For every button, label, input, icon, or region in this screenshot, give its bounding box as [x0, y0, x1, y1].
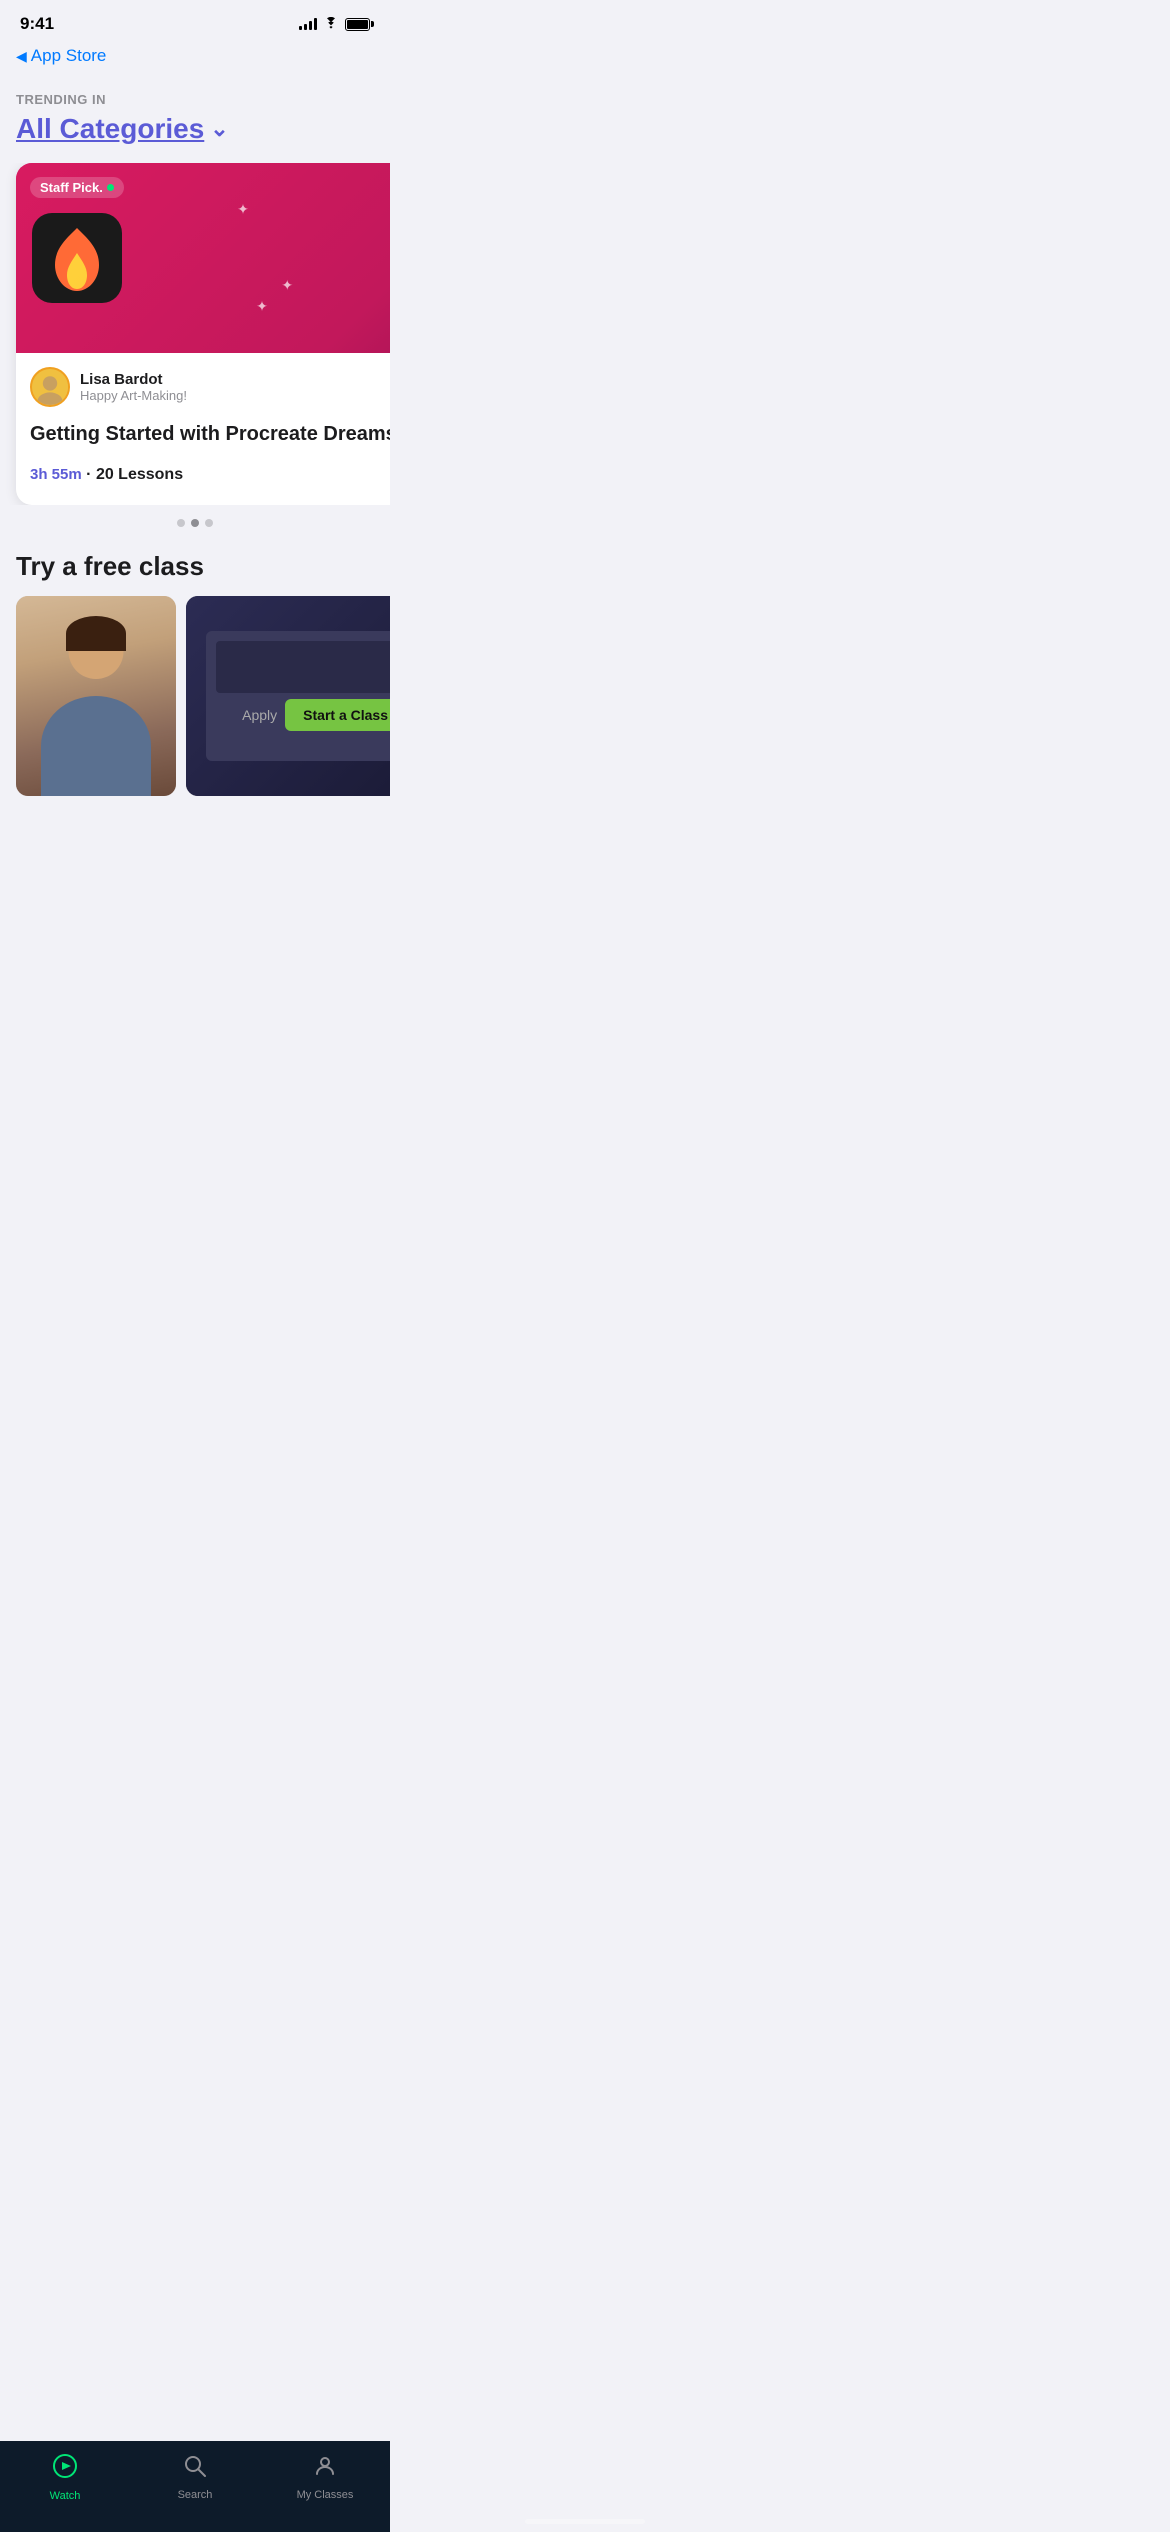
nav-item-search[interactable]: Search	[130, 2454, 260, 2501]
class-duration: 3h 55m	[30, 466, 82, 483]
free-class-grid: Apply Start a Class ☝ 🏷	[0, 596, 390, 796]
nav-label-search: Search	[178, 2489, 213, 2501]
class-meta: 3h 55m · 20 Lessons	[30, 461, 390, 489]
status-bar: 9:41	[0, 0, 390, 42]
instructor-avatar	[30, 367, 70, 407]
nav-item-watch[interactable]: Watch	[0, 2453, 130, 2502]
card-body: Lisa Bardot Happy Art-Making! Getting St…	[16, 353, 390, 505]
separator: ·	[86, 466, 96, 483]
card-thumbnail: ✦ ✦ ✦ ✦ ✦ Staff Pick.	[16, 163, 390, 353]
signal-icon	[299, 18, 317, 30]
search-icon	[183, 2454, 207, 2485]
battery-icon	[345, 18, 370, 31]
back-link[interactable]: ◀ App Store	[16, 46, 374, 66]
person-thumbnail	[16, 596, 176, 796]
back-navigation: ◀ App Store	[0, 42, 390, 76]
staff-pick-text: Staff Pick.	[40, 180, 103, 195]
nav-label-watch: Watch	[50, 2490, 81, 2502]
instructor-row: Lisa Bardot Happy Art-Making!	[30, 367, 390, 407]
green-dot-indicator	[107, 184, 114, 191]
class-duration-lessons: 3h 55m · 20 Lessons	[30, 466, 183, 484]
back-chevron-icon: ◀	[16, 48, 27, 65]
carousel-dot-active	[191, 519, 199, 527]
instructor-tagline: Happy Art-Making!	[80, 388, 187, 403]
nav-label-my-classes: My Classes	[297, 2489, 354, 2501]
staff-pick-badge: Staff Pick.	[30, 177, 124, 198]
bottom-navigation: Watch Search My Classes	[0, 2441, 390, 2532]
procreate-logo	[47, 223, 107, 293]
status-time: 9:41	[20, 14, 54, 34]
instructor-info: Lisa Bardot Happy Art-Making!	[80, 371, 187, 403]
watch-play-icon	[52, 2453, 78, 2486]
status-icons	[299, 16, 370, 32]
main-content: TRENDING IN All Categories ⌄ ✦ ✦ ✦ ✦ ✦	[0, 76, 390, 896]
carousel-dot	[205, 519, 213, 527]
screen-graphic: Apply Start a Class ☝	[206, 631, 390, 761]
home-indicator	[525, 2519, 645, 2524]
chevron-down-icon[interactable]: ⌄	[210, 116, 228, 142]
trending-label: TRENDING IN	[16, 92, 374, 107]
class-title: Getting Started with Procreate Dreams: A…	[30, 421, 390, 447]
carousel-dots	[16, 519, 374, 527]
nav-item-my-classes[interactable]: My Classes	[260, 2454, 390, 2501]
app-icon	[32, 213, 122, 303]
free-class-card-person[interactable]	[16, 596, 176, 796]
class-card-main[interactable]: ✦ ✦ ✦ ✦ ✦ Staff Pick.	[16, 163, 390, 505]
free-class-card-laptop[interactable]: Apply Start a Class ☝	[186, 596, 390, 796]
button-row: Apply Start a Class	[242, 699, 390, 731]
laptop-thumbnail: Apply Start a Class ☝	[186, 596, 390, 796]
class-lessons: 20 Lessons	[96, 466, 183, 483]
start-class-button[interactable]: Start a Class	[285, 699, 390, 731]
apply-label: Apply	[242, 707, 277, 723]
card-carousel: ✦ ✦ ✦ ✦ ✦ Staff Pick.	[0, 163, 390, 505]
my-classes-icon	[313, 2454, 337, 2485]
wifi-icon	[323, 16, 339, 32]
carousel-dot	[177, 519, 185, 527]
free-class-section-title: Try a free class	[16, 551, 374, 582]
category-row[interactable]: All Categories ⌄	[16, 113, 374, 145]
back-label: App Store	[31, 46, 107, 66]
instructor-name: Lisa Bardot	[80, 371, 187, 388]
category-title[interactable]: All Categories	[16, 113, 204, 145]
